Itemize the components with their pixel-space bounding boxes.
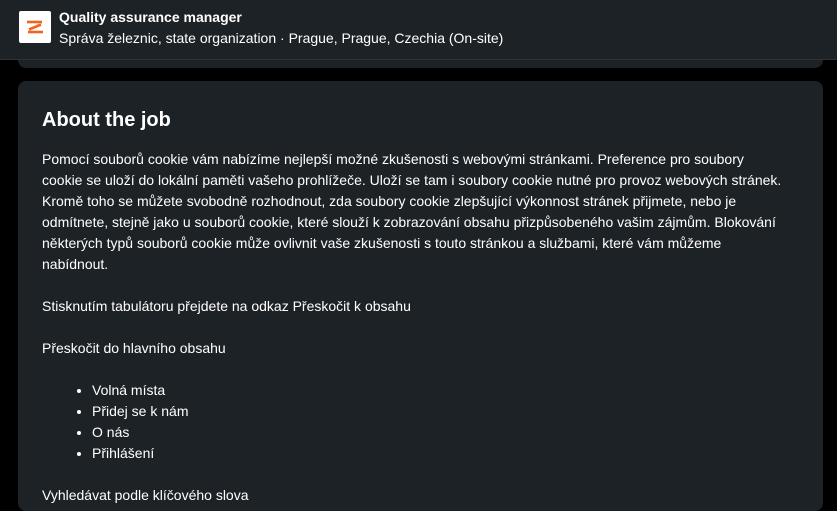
list-item: Přihlášení xyxy=(92,443,787,464)
description-list: Volná místa Přidej se k nám O nás Přihlá… xyxy=(42,380,787,464)
description-paragraph: Přeskočit do hlavního obsahu xyxy=(42,340,226,356)
list-item: Přidej se k nám xyxy=(92,401,787,422)
job-header: Quality assurance manager Správa železni… xyxy=(0,0,837,60)
section-heading: About the job xyxy=(42,109,171,131)
previous-card-edge xyxy=(18,60,823,68)
description-paragraph: Stisknutím tabulátoru přejdete na odkaz … xyxy=(42,298,411,314)
list-item: O nás xyxy=(92,422,787,443)
list-item: Volná místa xyxy=(92,380,787,401)
job-description: Pomocí souborů cookie vám nabízíme nejle… xyxy=(42,149,787,506)
job-subtitle: Správa železnic, state organization · Pr… xyxy=(59,30,504,46)
job-title[interactable]: Quality assurance manager xyxy=(59,9,242,25)
description-paragraph: Vyhledávat podle klíčového slova xyxy=(42,487,249,503)
description-paragraph: Pomocí souborů cookie vám nabízíme nejle… xyxy=(42,151,782,272)
company-logo-icon[interactable] xyxy=(19,11,51,43)
about-job-card: About the job Pomocí souborů cookie vám … xyxy=(18,81,823,511)
